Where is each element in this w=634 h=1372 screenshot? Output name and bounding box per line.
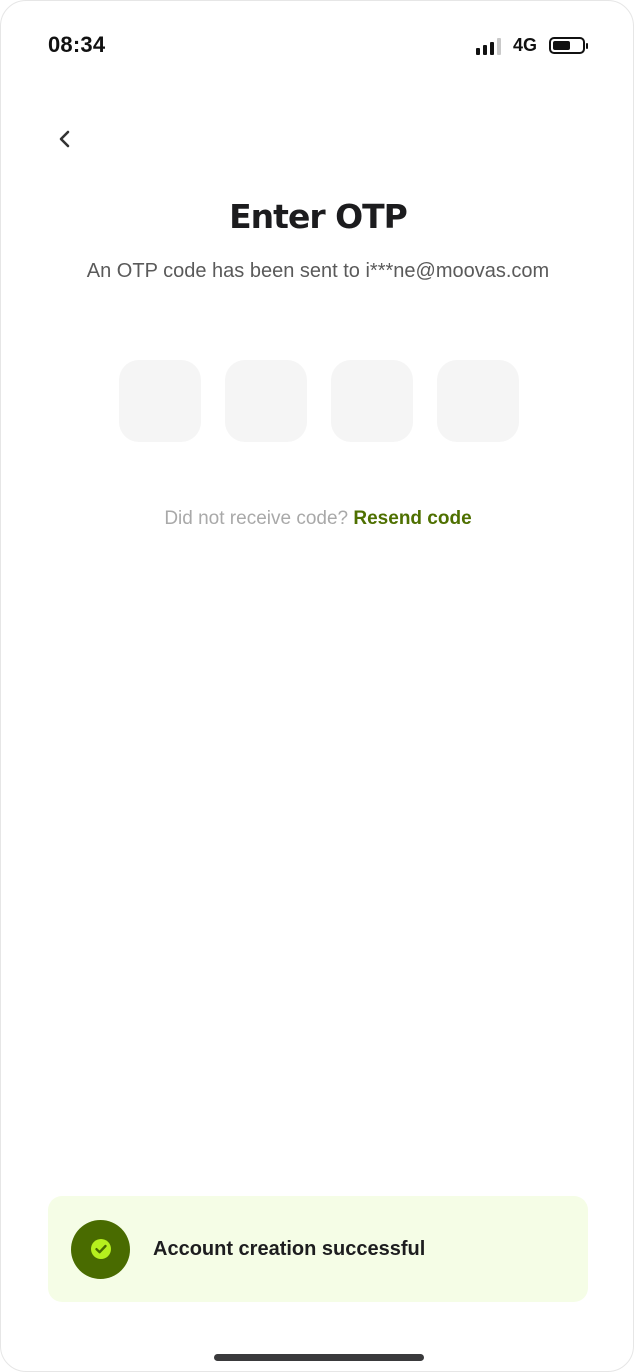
page-subtitle: An OTP code has been sent to i***ne@moov… — [86, 260, 550, 282]
resend-prompt: Did not receive code? — [164, 508, 349, 529]
resend-row: Did not receive code? Resend code — [1, 508, 633, 530]
back-button[interactable] — [45, 119, 85, 159]
toast-message: Account creation successful — [153, 1237, 426, 1260]
toast-icon-badge — [71, 1219, 130, 1279]
page-title: Enter OTP — [229, 197, 408, 236]
battery-level-fill — [553, 41, 570, 50]
cellular-signal-icon — [475, 37, 501, 55]
status-time: 08:34 — [48, 32, 106, 57]
check-circle-icon — [90, 1239, 111, 1259]
status-bar: 08:34 4G — [1, 1, 633, 93]
chevron-left-icon — [59, 130, 70, 148]
otp-input-group — [119, 360, 519, 442]
battery-icon — [549, 37, 588, 54]
otp-digit-4[interactable] — [437, 360, 519, 442]
success-toast: Account creation successful — [48, 1196, 588, 1302]
home-indicator[interactable] — [214, 1354, 424, 1361]
phone-screen: 08:34 4G Enter OTP An OTP code has been … — [0, 0, 634, 1372]
resend-code-link[interactable]: Resend code — [353, 508, 471, 529]
otp-digit-3[interactable] — [331, 360, 413, 442]
network-type-label: 4G — [512, 35, 537, 55]
otp-digit-2[interactable] — [225, 360, 307, 442]
status-indicators: 4G — [475, 35, 588, 56]
otp-digit-1[interactable] — [119, 360, 201, 442]
